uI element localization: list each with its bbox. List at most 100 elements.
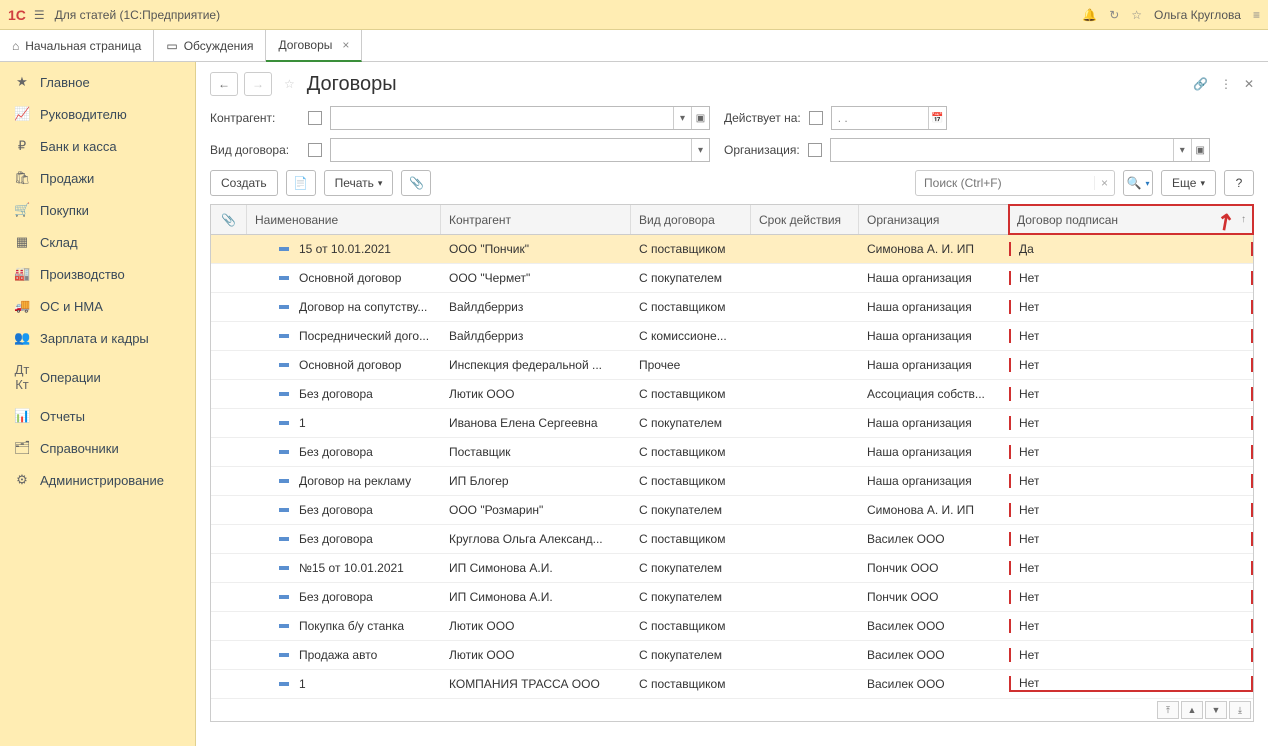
close-icon[interactable]: ✕ [1244, 77, 1254, 91]
cell-org: Ассоциация собств... [859, 387, 1009, 401]
favorite-icon[interactable]: ☆ [284, 77, 295, 91]
table-row[interactable]: Основной договорИнспекция федеральной ..… [211, 351, 1253, 380]
sidebar-item-label: Банк и касса [40, 139, 117, 154]
table-row[interactable]: Без договораПоставщикС поставщикомНаша о… [211, 438, 1253, 467]
table-row[interactable]: Основной договорООО "Чермет"С покупателе… [211, 264, 1253, 293]
sidebar-icon: 🏭 [14, 266, 30, 282]
tab-обсуждения[interactable]: ▭Обсуждения [154, 30, 266, 62]
calendar-icon[interactable]: 📅 [928, 107, 946, 129]
table-row[interactable]: Покупка б/у станкаЛютик ОООС поставщиком… [211, 612, 1253, 641]
sidebar-item-label: Производство [40, 267, 125, 282]
column-attach[interactable]: 📎 [211, 205, 247, 234]
sidebar-icon: ₽ [14, 138, 30, 154]
cell-signed: Нет [1009, 416, 1253, 430]
contracts-table: 📎 Наименование Контрагент Вид договора С… [210, 204, 1254, 722]
scroll-up-button[interactable]: ▲ [1181, 701, 1203, 719]
valid-on-filter-checkbox[interactable] [809, 111, 823, 125]
user-name[interactable]: Ольга Круглова [1154, 8, 1241, 22]
dropdown-icon[interactable]: ▾ [691, 139, 709, 161]
sidebar-item-администрирование[interactable]: ⚙Администрирование [0, 464, 195, 496]
row-icon [279, 276, 289, 280]
hamburger-icon[interactable]: ☰ [34, 8, 45, 22]
tab-начальная-страница[interactable]: ⌂Начальная страница [0, 30, 154, 62]
cell-org: Наша организация [859, 474, 1009, 488]
table-row[interactable]: 1КОМПАНИЯ ТРАССА ОООС поставщикомВасилек… [211, 670, 1253, 699]
search-input[interactable]: × [915, 170, 1115, 196]
organization-filter-checkbox[interactable] [808, 143, 822, 157]
sidebar-item-покупки[interactable]: 🛒Покупки [0, 194, 195, 226]
cell-contragent: ООО "Чермет" [441, 271, 631, 285]
print-button[interactable]: Печать▾ [324, 170, 394, 196]
open-icon[interactable]: ▣ [691, 107, 709, 129]
nav-forward-button[interactable]: → [244, 72, 272, 96]
menu-icon[interactable]: ≡ [1253, 8, 1260, 22]
column-period[interactable]: Срок действия [751, 205, 859, 234]
sidebar-item-руководителю[interactable]: 📈Руководителю [0, 98, 195, 130]
table-row[interactable]: Без договораКруглова Ольга Александ...С … [211, 525, 1253, 554]
table-row[interactable]: Без договораЛютик ОООС поставщикомАссоци… [211, 380, 1253, 409]
sidebar-item-склад[interactable]: ▦Склад [0, 226, 195, 258]
open-icon[interactable]: ▣ [1191, 139, 1209, 161]
bell-icon[interactable]: 🔔 [1082, 8, 1097, 22]
scroll-bottom-button[interactable]: ⤓ [1229, 701, 1251, 719]
close-tab-icon[interactable]: × [342, 38, 349, 52]
cell-org: Василек ООО [859, 532, 1009, 546]
column-signed[interactable]: Договор подписан ↑ ↗ [1009, 205, 1253, 234]
valid-on-date-input[interactable]: . .📅 [831, 106, 947, 130]
scroll-top-button[interactable]: ⤒ [1157, 701, 1179, 719]
sidebar-item-продажи[interactable]: 🛍Продажи [0, 162, 195, 194]
sidebar-item-банк-и-касса[interactable]: ₽ Банк и касса [0, 130, 195, 162]
table-row[interactable]: Договор на сопутству...ВайлдберризС пост… [211, 293, 1253, 322]
kebab-icon[interactable]: ⋮ [1220, 77, 1232, 91]
table-row[interactable]: Без договораООО "Розмарин"С покупателемС… [211, 496, 1253, 525]
link-icon[interactable]: 🔗 [1193, 77, 1208, 91]
sidebar-item-справочники[interactable]: 🗂Справочники [0, 432, 195, 464]
clear-search-icon[interactable]: × [1094, 176, 1114, 190]
nav-back-button[interactable]: ← [210, 72, 238, 96]
help-button[interactable]: ? [1224, 170, 1254, 196]
organization-filter-input[interactable]: ▾▣ [830, 138, 1210, 162]
copy-button[interactable]: 📄 [286, 170, 316, 196]
sidebar-item-операции[interactable]: Дт КтОперации [0, 354, 195, 400]
tab-договоры[interactable]: Договоры× [266, 30, 362, 62]
scroll-down-button[interactable]: ▼ [1205, 701, 1227, 719]
search-button[interactable]: 🔍▾ [1123, 170, 1153, 196]
create-button[interactable]: Создать [210, 170, 278, 196]
cell-contragent: Лютик ООО [441, 619, 631, 633]
row-icon [279, 450, 289, 454]
star-icon[interactable]: ☆ [1131, 8, 1142, 22]
sidebar-item-зарплата-и-кадры[interactable]: 👥Зарплата и кадры [0, 322, 195, 354]
sidebar-item-ос-и-нма[interactable]: 🚚ОС и НМА [0, 290, 195, 322]
table-row[interactable]: Посреднический дого...ВайлдберризС комис… [211, 322, 1253, 351]
contract-type-filter-checkbox[interactable] [308, 143, 322, 157]
dropdown-icon[interactable]: ▾ [1173, 139, 1191, 161]
history-icon[interactable]: ↻ [1109, 8, 1119, 22]
more-button[interactable]: Еще▾ [1161, 170, 1216, 196]
column-type[interactable]: Вид договора [631, 205, 751, 234]
sidebar-item-отчеты[interactable]: 📊Отчеты [0, 400, 195, 432]
cell-signed: Нет [1009, 532, 1253, 546]
contract-type-filter-input[interactable]: ▾ [330, 138, 710, 162]
attach-button[interactable]: 📎 [401, 170, 431, 196]
table-row[interactable]: 1Иванова Елена СергеевнаС покупателемНаш… [211, 409, 1253, 438]
contragent-filter-input[interactable]: ▾▣ [330, 106, 710, 130]
table-row[interactable]: №15 от 10.01.2021ИП Симонова А.И.С покуп… [211, 554, 1253, 583]
cell-name: 1 [247, 416, 441, 430]
table-row[interactable]: Продажа автоЛютик ОООС покупателемВасиле… [211, 641, 1253, 670]
dropdown-icon[interactable]: ▾ [673, 107, 691, 129]
column-name[interactable]: Наименование [247, 205, 441, 234]
sidebar-item-главное[interactable]: ★Главное [0, 66, 195, 98]
table-row[interactable]: Договор на рекламуИП БлогерС поставщиком… [211, 467, 1253, 496]
cell-name: 1 [247, 677, 441, 691]
cell-type: С покупателем [631, 648, 751, 662]
column-contragent[interactable]: Контрагент [441, 205, 631, 234]
table-row[interactable]: 15 от 10.01.2021ООО "Пончик"С поставщико… [211, 235, 1253, 264]
contragent-filter-checkbox[interactable] [308, 111, 322, 125]
table-row[interactable]: Без договораИП Симонова А.И.С покупателе… [211, 583, 1253, 612]
cell-type: С поставщиком [631, 474, 751, 488]
contract-type-filter-label: Вид договора: [210, 143, 300, 157]
cell-name: Договор на рекламу [247, 474, 441, 488]
tab-label: Обсуждения [184, 39, 254, 53]
column-organization[interactable]: Организация [859, 205, 1009, 234]
sidebar-item-производство[interactable]: 🏭 Производство [0, 258, 195, 290]
